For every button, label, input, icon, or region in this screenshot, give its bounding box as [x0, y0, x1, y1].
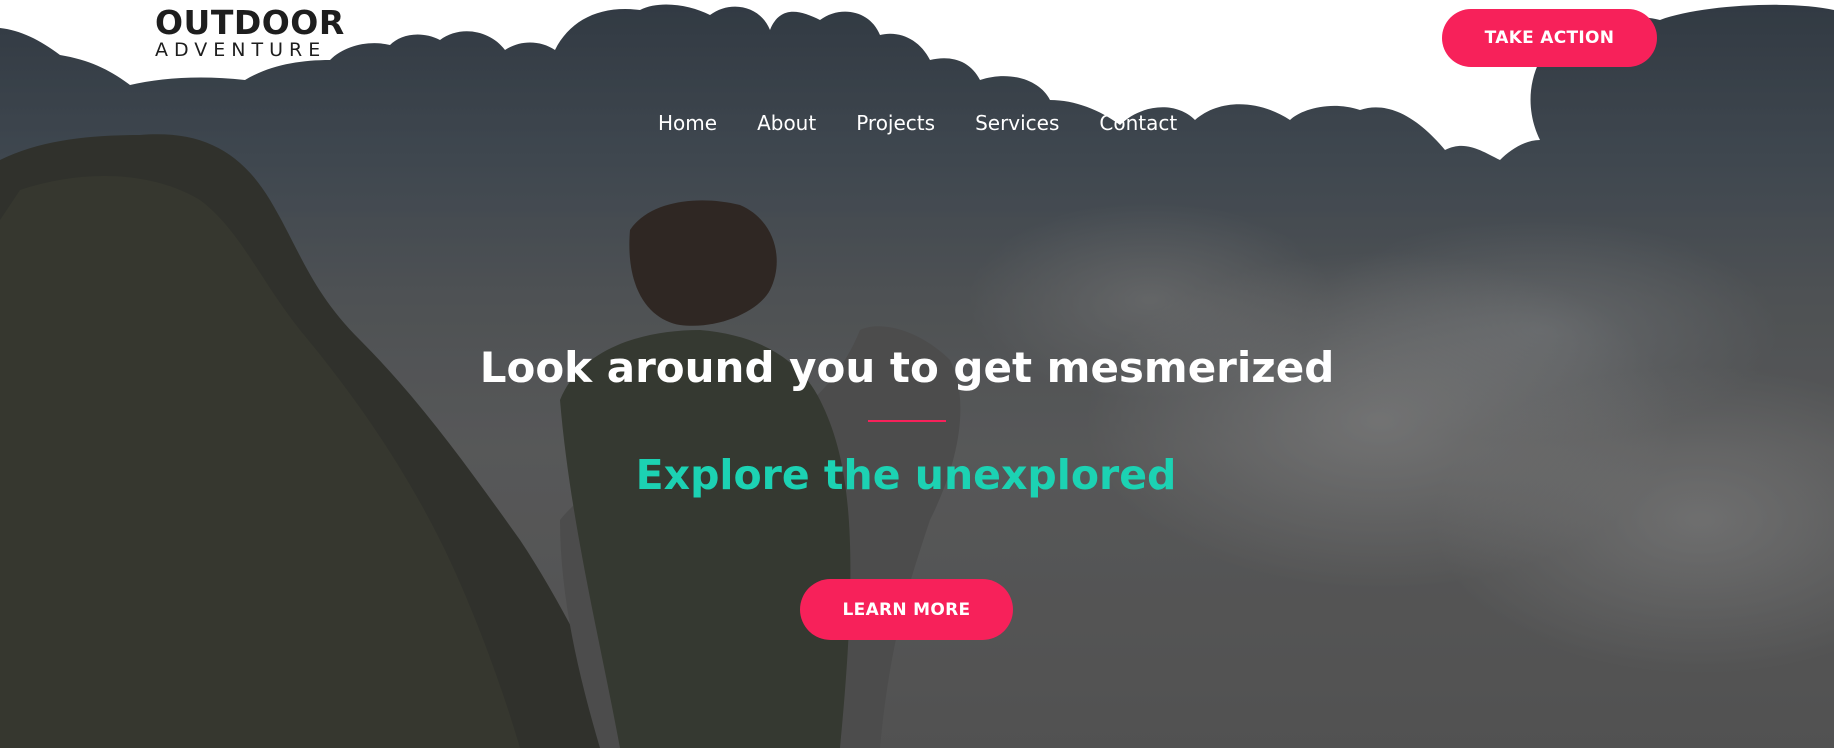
nav-item-services[interactable]: Services	[975, 110, 1059, 136]
headline-divider	[868, 420, 946, 422]
learn-more-button[interactable]: LEARN MORE	[800, 579, 1013, 640]
logo-wordmark-secondary: ADVENTURE	[155, 39, 327, 61]
hero-subheadline: Explore the unexplored	[635, 451, 1177, 499]
logo-wordmark-primary: OUTDOOR	[155, 3, 345, 42]
nav-item-projects[interactable]: Projects	[856, 110, 935, 136]
nav-item-home[interactable]: Home	[658, 110, 717, 136]
main-nav: Home About Projects Services Contact	[658, 110, 1177, 136]
nav-item-contact[interactable]: Contact	[1099, 110, 1177, 136]
nav-item-about[interactable]: About	[757, 110, 816, 136]
take-action-button[interactable]: TAKE ACTION	[1442, 9, 1657, 67]
hero-headline: Look around you to get mesmerized	[479, 343, 1335, 392]
logo[interactable]: OUTDOOR ADVENTURE	[155, 6, 345, 60]
